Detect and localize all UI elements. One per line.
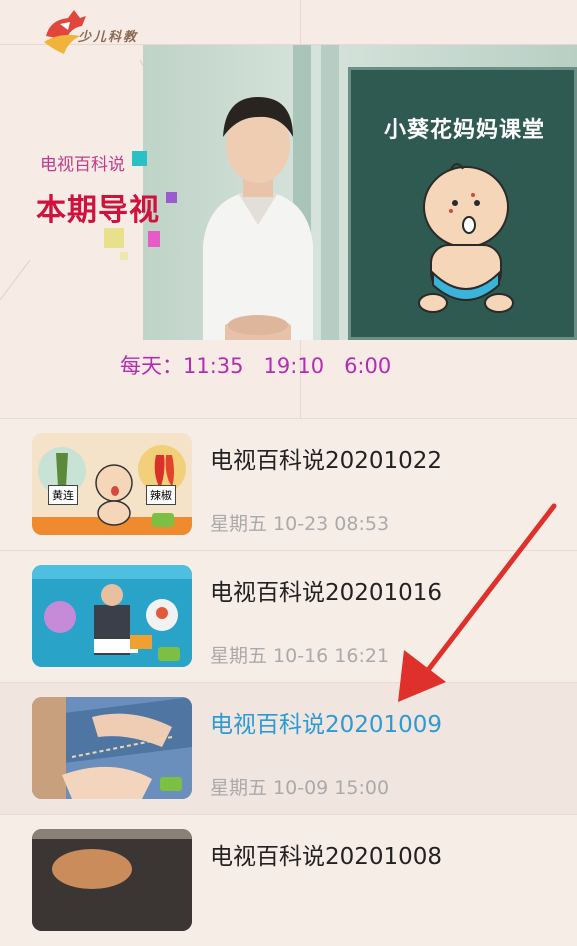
- decor-square: [120, 252, 128, 260]
- episode-title[interactable]: 电视百科说20201009: [210, 705, 442, 739]
- thumb-label: 黄连: [48, 485, 78, 505]
- presenter-image: [203, 97, 313, 340]
- decor-square: [166, 192, 177, 203]
- episode-title[interactable]: 电视百科说20201022: [210, 441, 442, 475]
- schedule-time: 11:35: [183, 354, 244, 378]
- episode-item[interactable]: 电视百科说20201008: [0, 814, 577, 946]
- decor-square: [104, 228, 124, 248]
- episode-thumbnail[interactable]: [32, 565, 192, 667]
- program-title: 本期导视: [36, 193, 160, 228]
- hero-banner[interactable]: 少儿科教 小葵花妈妈课堂 电视百科说 本期导视 每天：11:35 19:10 6…: [0, 0, 577, 418]
- chalkboard: 小葵花妈妈课堂: [348, 67, 577, 340]
- decor-square: [132, 151, 147, 166]
- program-subtitle: 电视百科说: [40, 155, 125, 175]
- decor-square: [148, 231, 160, 247]
- episode-date: 星期五 10-16 16:21: [210, 645, 390, 667]
- video-preview[interactable]: 小葵花妈妈课堂: [143, 45, 577, 340]
- episode-date: 星期五 10-09 15:00: [210, 777, 390, 799]
- thumb-label: 辣椒: [146, 485, 176, 505]
- episode-thumbnail[interactable]: [32, 829, 192, 931]
- board-title: 小葵花妈妈课堂: [383, 117, 545, 143]
- schedule-label: 每天：: [120, 354, 183, 378]
- schedule-time: 19:10: [263, 354, 325, 378]
- episode-thumbnail[interactable]: [32, 697, 192, 799]
- episode-date: 星期五 10-23 08:53: [210, 513, 390, 535]
- schedule-time: 6:00: [344, 354, 392, 378]
- episode-title[interactable]: 电视百科说20201008: [210, 837, 442, 871]
- baby-cartoon: [418, 163, 514, 313]
- annotation-arrow-icon: [398, 503, 557, 702]
- broadcast-schedule: 每天：11:35 19:10 6:00: [120, 350, 411, 380]
- episode-thumbnail[interactable]: 黄连 辣椒: [32, 433, 192, 535]
